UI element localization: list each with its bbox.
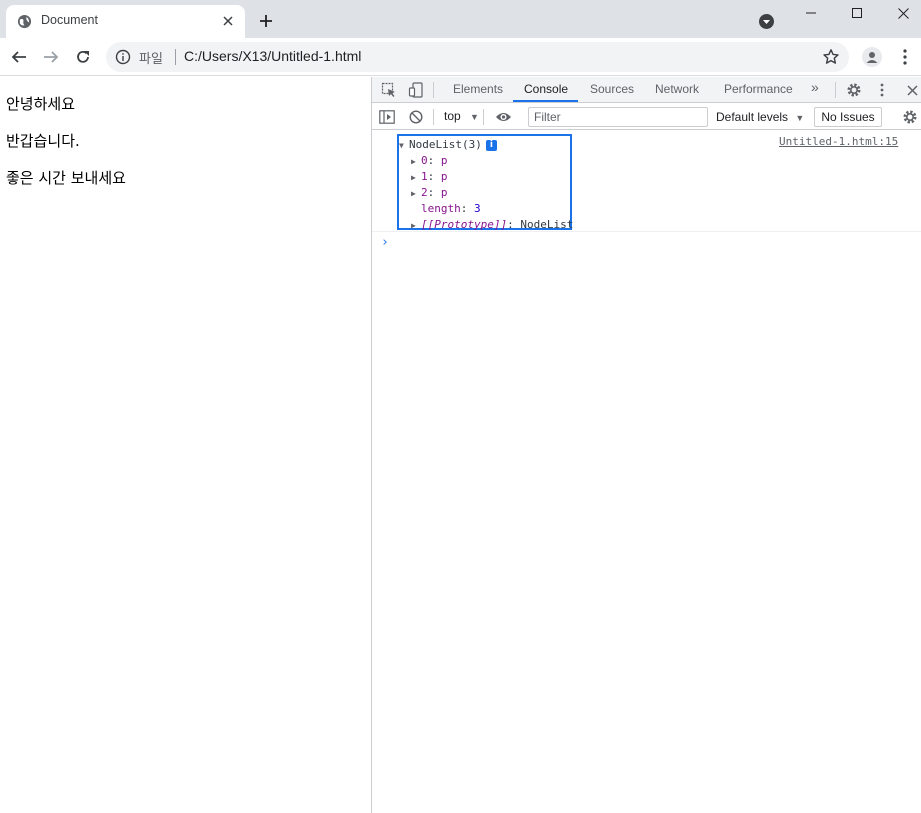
url-text[interactable]: C:/Users/X13/Untitled-1.html — [184, 48, 361, 64]
prototype-value: NodeList — [520, 218, 574, 231]
console-toolbar: top ▼ Default levels ▼ No Issues — [372, 104, 921, 130]
gear-icon[interactable] — [845, 81, 863, 99]
chevron-down-icon: ▼ — [795, 113, 805, 123]
context-select[interactable]: top ▼ — [444, 109, 479, 123]
inspect-element-icon[interactable] — [380, 81, 398, 99]
active-tab-indicator — [513, 100, 578, 102]
toolbar-divider — [483, 109, 484, 125]
tab-performance[interactable]: Performance — [724, 82, 793, 96]
tab-console[interactable]: Console — [524, 82, 568, 96]
tree-item[interactable]: ▶ 0: p — [411, 154, 448, 167]
collapse-arrow-icon: ▶ — [411, 157, 416, 166]
tree-item[interactable]: ▶ 1: p — [411, 170, 448, 183]
item-colon: : — [427, 170, 441, 183]
length-row: length: 3 — [421, 202, 481, 215]
scheme-chip[interactable]: 파일 — [139, 48, 163, 67]
devtools-tab-bar: Elements Console Sources Network Perform… — [372, 77, 921, 103]
paragraph: 반갑습니다. — [6, 132, 80, 150]
item-value: p — [440, 154, 448, 167]
tree-header[interactable]: ▼ NodeList(3) i — [399, 138, 497, 151]
maximize-icon[interactable] — [834, 0, 880, 26]
toolbar-divider — [835, 82, 836, 98]
eye-icon[interactable] — [494, 108, 512, 126]
toolbar-divider — [433, 82, 434, 98]
context-select-value: top — [444, 109, 461, 123]
paragraph: 안녕하세요 — [6, 95, 76, 113]
star-icon[interactable] — [822, 48, 840, 66]
tab-sources[interactable]: Sources — [590, 82, 634, 96]
prototype-colon: : — [507, 218, 521, 231]
length-value: 3 — [474, 202, 481, 215]
more-vert-icon[interactable] — [895, 47, 915, 67]
item-key: 1 — [421, 170, 428, 183]
length-key: length — [421, 202, 461, 215]
item-value: p — [440, 186, 448, 199]
close-devtools-icon[interactable] — [903, 81, 921, 99]
nodelist-label: NodeList(3) — [409, 138, 482, 151]
paragraph: 좋은 시간 보내세요 — [6, 169, 126, 187]
length-colon: : — [460, 202, 474, 215]
log-levels-select[interactable]: Default levels ▼ — [716, 110, 804, 124]
item-key: 2 — [421, 186, 428, 199]
browser-toolbar: 파일 C:/Users/X13/Untitled-1.html — [0, 38, 921, 76]
sidebar-toggle-icon[interactable] — [378, 108, 396, 126]
prototype-key: [[Prototype]] — [421, 218, 508, 231]
omnibox-divider — [175, 49, 176, 65]
window-close-icon[interactable] — [880, 0, 921, 26]
more-vert-icon[interactable] — [873, 81, 891, 99]
tab-strip: Document — [0, 0, 921, 38]
item-key: 0 — [421, 154, 428, 167]
tab-network[interactable]: Network — [655, 82, 699, 96]
tab-title: Document — [41, 13, 98, 27]
item-colon: : — [427, 154, 441, 167]
person-icon[interactable] — [862, 47, 882, 67]
prototype-row[interactable]: ▶ [[Prototype]]: NodeList — [411, 218, 573, 231]
nodelist-tree: ▼ NodeList(3) i ▶ 0: p ▶ 1: p ▶ 2: p length: … — [397, 134, 573, 231]
globe-icon — [17, 14, 32, 29]
issues-button[interactable]: No Issues — [814, 107, 882, 127]
console-filter-input[interactable] — [528, 107, 708, 127]
browser-tab[interactable]: Document — [6, 5, 245, 38]
console-settings-gear-icon[interactable] — [901, 108, 919, 126]
devtools-panel: Elements Console Sources Network Perform… — [371, 77, 921, 813]
device-toolbar-icon[interactable] — [407, 81, 425, 99]
more-tabs-icon[interactable]: » — [811, 79, 819, 95]
collapse-arrow-icon: ▶ — [411, 173, 416, 182]
expand-arrow-icon: ▼ — [399, 141, 404, 150]
item-colon: : — [427, 186, 441, 199]
arrow-right-icon[interactable] — [41, 47, 61, 67]
item-value: p — [440, 170, 448, 183]
plus-icon[interactable] — [256, 11, 276, 31]
collapse-arrow-icon: ▶ — [411, 189, 416, 198]
console-prompt-icon[interactable]: › — [381, 235, 389, 250]
tab-elements[interactable]: Elements — [453, 82, 503, 96]
log-separator — [372, 231, 921, 232]
toolbar-divider — [433, 109, 434, 125]
info-badge-icon[interactable]: i — [485, 140, 497, 151]
log-levels-value: Default levels — [716, 110, 789, 124]
page-viewport: 안녕하세요 반갑습니다. 좋은 시간 보내세요 — [0, 77, 371, 813]
minimize-icon[interactable] — [788, 0, 834, 26]
arrow-left-icon[interactable] — [9, 47, 29, 67]
tab-search-icon[interactable] — [758, 13, 775, 30]
address-bar[interactable]: 파일 C:/Users/X13/Untitled-1.html — [106, 42, 849, 72]
reload-icon[interactable] — [73, 47, 93, 67]
collapse-arrow-icon: ▶ — [411, 221, 416, 230]
close-icon[interactable] — [220, 13, 236, 29]
info-icon[interactable] — [115, 49, 131, 65]
tree-item[interactable]: ▶ 2: p — [411, 186, 448, 199]
chevron-down-icon: ▼ — [470, 112, 479, 122]
clear-console-icon[interactable] — [407, 108, 425, 126]
log-source-link[interactable]: Untitled-1.html:15 — [779, 135, 898, 148]
